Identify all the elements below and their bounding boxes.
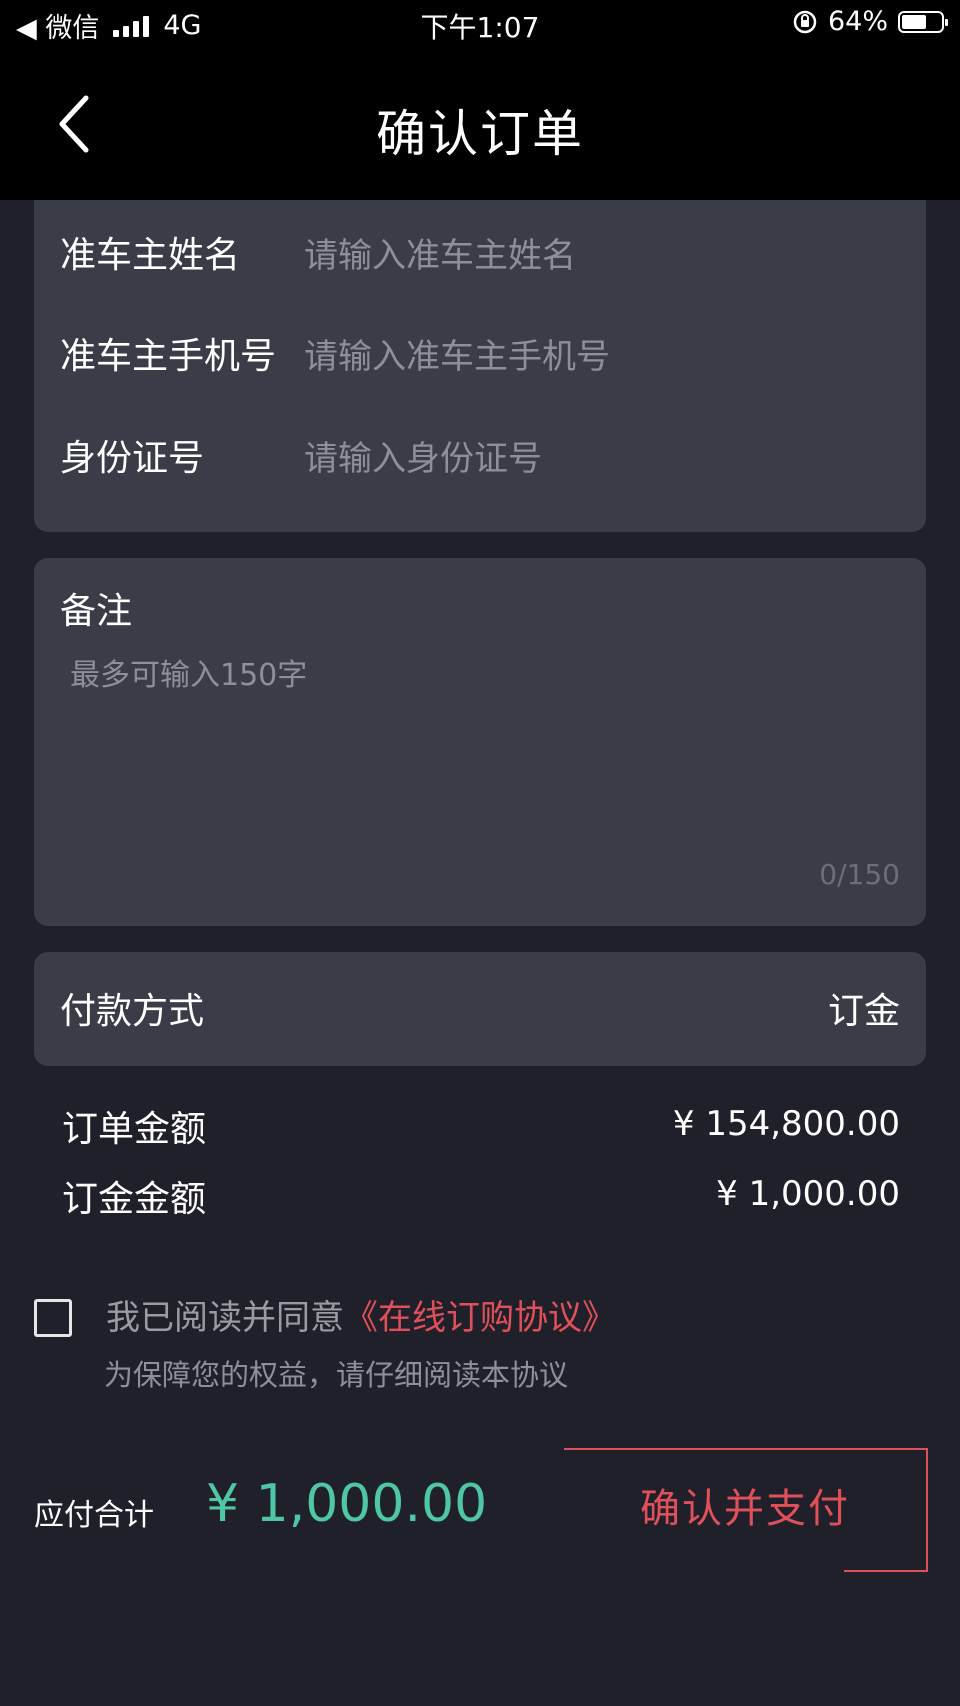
id-number-input[interactable]: [304, 429, 884, 489]
battery-icon: [898, 10, 948, 33]
order-amount-row: 订单金额 ¥ 154,800.00: [62, 1100, 900, 1150]
agreement-checkbox[interactable]: [34, 1299, 72, 1337]
remark-textarea[interactable]: [70, 650, 890, 840]
buyer-info-card: 准车主姓名 准车主手机号 身份证号: [34, 200, 926, 532]
remark-label: 备注: [60, 591, 133, 632]
payment-method-row[interactable]: 付款方式 订金: [34, 952, 926, 1066]
battery-percent: 64%: [827, 6, 888, 37]
agreement-subtext: 为保障您的权益，请仔细阅读本协议: [104, 1358, 569, 1392]
total-value: ¥ 1,000.00: [206, 1474, 488, 1534]
id-label: 身份证号: [60, 438, 205, 479]
order-amount-value: ¥ 154,800.00: [672, 1104, 900, 1144]
page-title: 确认订单: [376, 105, 584, 163]
order-amount-label: 订单金额: [62, 1109, 207, 1150]
total-label: 应付合计: [34, 1498, 154, 1533]
deposit-amount-value: ¥ 1,000.00: [716, 1174, 900, 1214]
payment-method-label: 付款方式: [60, 991, 205, 1032]
confirm-pay-button[interactable]: 确认并支付: [564, 1448, 928, 1572]
confirm-pay-label: 确认并支付: [640, 1486, 850, 1532]
deposit-amount-label: 订金金额: [62, 1179, 207, 1220]
button-border-accent: [844, 1570, 928, 1572]
payment-method-value: 订金: [827, 991, 900, 1032]
rotation-lock-icon: [793, 10, 817, 33]
phone-label: 准车主手机号: [60, 336, 277, 377]
phone-input[interactable]: [304, 327, 884, 387]
remark-card: 备注 0/150: [34, 558, 926, 926]
deposit-amount-row: 订金金额 ¥ 1,000.00: [62, 1170, 900, 1220]
agreement-link[interactable]: 《在线订购协议》: [344, 1298, 616, 1338]
nav-bar: 确认订单: [0, 50, 960, 200]
name-label: 准车主姓名: [60, 235, 241, 276]
status-bar: ◀ 微信 4G 下午1:07 64%: [0, 0, 960, 50]
agreement-text: 我已阅读并同意: [106, 1298, 344, 1338]
agreement-line: 我已阅读并同意《在线订购协议》: [106, 1290, 616, 1339]
phone-row: 准车主手机号: [60, 327, 900, 387]
name-row: 准车主姓名: [60, 226, 900, 286]
char-counter: 0/150: [819, 858, 900, 891]
status-bar-right: 64%: [792, 6, 948, 37]
name-input[interactable]: [304, 226, 884, 286]
id-row: 身份证号: [60, 429, 900, 489]
